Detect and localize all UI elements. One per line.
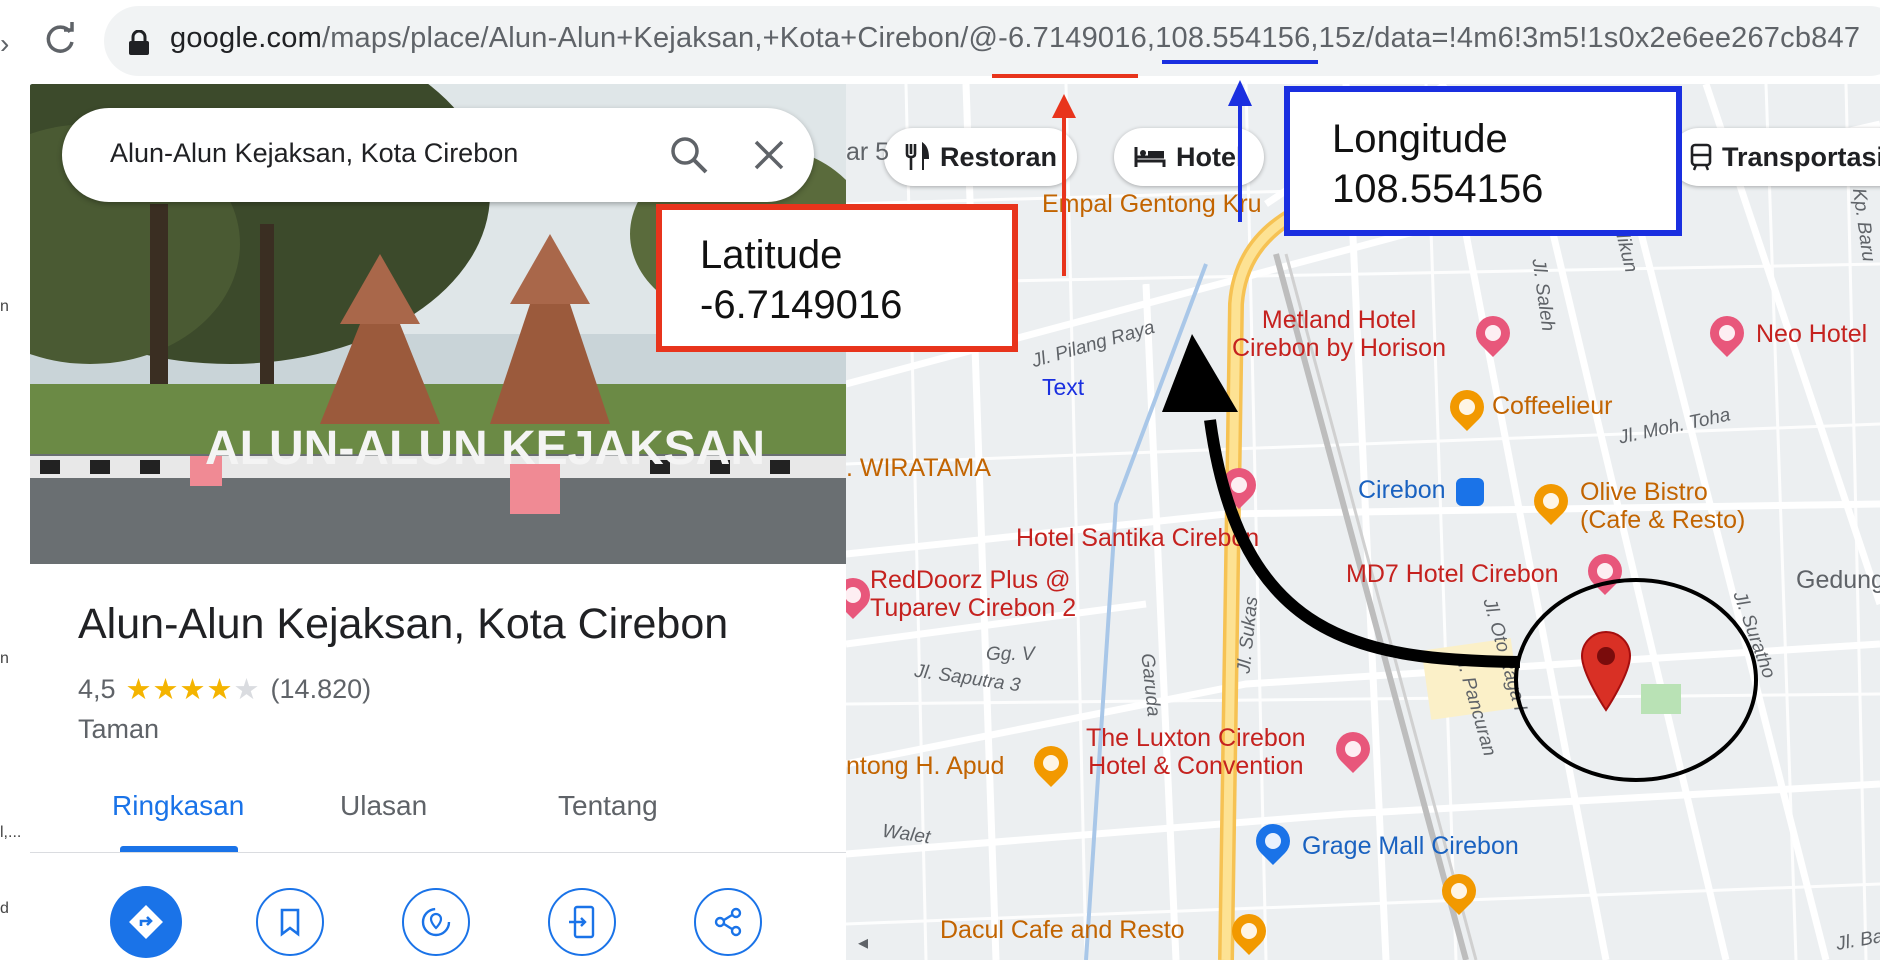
longitude-url-underline: [1162, 60, 1318, 64]
chip-label: Restoran: [940, 141, 1058, 172]
rating-row: 4,5 ★★★★★ (14.820): [78, 672, 371, 707]
nearby-icon: [421, 907, 451, 937]
url-latitude: -6.7149016: [998, 22, 1147, 54]
annotation-text-label: Text: [1042, 374, 1085, 400]
share-button[interactable]: [694, 888, 762, 956]
share-icon: [714, 907, 742, 937]
latitude-callout-text: Latitude -6.7149016: [700, 230, 902, 330]
hotel-icon: [1134, 147, 1166, 167]
poi-metland-hotel[interactable]: Metland Hotel Cirebon by Horison: [1232, 306, 1446, 362]
place-title: Alun-Alun Kejaksan, Kota Cirebon: [78, 600, 729, 648]
nearby-button[interactable]: [402, 888, 470, 956]
poi-reddoorz[interactable]: RedDoorz Plus @ Tuparev Cirebon 2: [870, 566, 1076, 622]
save-button[interactable]: [256, 888, 324, 956]
poi-dacul-cafe[interactable]: Dacul Cafe and Resto: [940, 916, 1185, 945]
selected-place-pin-icon[interactable]: [1578, 628, 1634, 712]
poi-luxton[interactable]: The Luxton Cirebon Hotel & Convention: [1086, 724, 1306, 780]
longitude-title: Longitude: [1332, 117, 1508, 161]
transit-icon: [1690, 143, 1712, 171]
chip-label: Hotel: [1176, 141, 1244, 172]
search-box[interactable]: Alun-Alun Kejaksan, Kota Cirebon: [62, 108, 814, 202]
url-text[interactable]: google.com/maps/place/Alun-Alun+Kejaksan…: [170, 22, 1860, 55]
tab-divider: [30, 852, 846, 853]
longitude-callout-text: Longitude 108.554156: [1332, 114, 1543, 214]
url-path: /maps/place/Alun-Alun+Kejaksan,+Kota+Cir…: [321, 22, 999, 54]
latitude-value: -6.7149016: [700, 283, 903, 327]
directions-button[interactable]: [110, 886, 182, 958]
longitude-value: 108.554156: [1332, 167, 1544, 211]
tab-ulasan[interactable]: Ulasan: [340, 790, 427, 822]
tab-ringkasan[interactable]: Ringkasan: [112, 790, 244, 822]
url-separator: ,: [1146, 22, 1156, 54]
latitude-title: Latitude: [700, 233, 843, 277]
chip-label: Transportasi: [1722, 141, 1880, 172]
poi-hotel-santika[interactable]: Hotel Santika Cirebon: [1016, 524, 1259, 553]
url-host: google.com: [170, 22, 322, 54]
review-count[interactable]: (14.820): [271, 674, 372, 705]
strip-text: n: [0, 298, 9, 315]
strip-text: d: [0, 900, 9, 917]
street-gang: Gg. V: [986, 644, 1035, 665]
search-input[interactable]: Alun-Alun Kejaksan, Kota Cirebon: [110, 138, 518, 169]
poi-wiratama[interactable]: . WIRATAMA: [846, 454, 991, 483]
train-station-icon[interactable]: [1456, 478, 1484, 506]
url-rest: ,15z/data=!4m6!3m5!1s0x2e6ee267cb847: [1310, 22, 1861, 54]
send-to-phone-icon: [569, 905, 595, 939]
search-icon[interactable]: [668, 134, 710, 176]
chip-restoran[interactable]: Restoran: [884, 128, 1078, 186]
collapse-panel-icon[interactable]: ◂: [858, 930, 878, 958]
directions-icon: [129, 905, 163, 939]
poi-cirebon-station[interactable]: Cirebon: [1358, 476, 1446, 505]
photo-sign-text: ALUN-ALUN KEJAKSAN: [205, 422, 765, 475]
tab-tentang[interactable]: Tentang: [558, 790, 658, 822]
poi-apud[interactable]: ntong H. Apud: [846, 752, 1004, 781]
poi-md7-hotel[interactable]: MD7 Hotel Cirebon: [1346, 560, 1559, 589]
lock-icon[interactable]: [128, 30, 150, 56]
latitude-callout: Latitude -6.7149016: [656, 204, 1018, 352]
left-edge-strip: n n l,... d: [0, 84, 31, 960]
bookmark-icon: [280, 908, 300, 937]
address-bar[interactable]: google.com/maps/place/Alun-Alun+Kejaksan…: [104, 6, 1880, 76]
chip-transportasi[interactable]: Transportasi: [1670, 128, 1880, 186]
send-to-phone-button[interactable]: [548, 888, 616, 956]
poi-coffeelieur[interactable]: Coffeelieur: [1492, 392, 1612, 421]
strip-text: n: [0, 650, 9, 667]
rating-value: 4,5: [78, 674, 116, 704]
browser-toolbar: › google.com/maps/place/Alun-Alun+Kejaks…: [0, 0, 1880, 85]
rating-stars-icon: ★★★★★: [125, 674, 261, 706]
forward-icon[interactable]: ›: [0, 28, 9, 60]
poi-grage-mall[interactable]: Grage Mall Cirebon: [1302, 832, 1519, 861]
poi-empal-gentong[interactable]: Empal Gentong Kru: [1042, 190, 1262, 219]
restaurant-icon: [905, 142, 930, 170]
map-label-gedung: Gedung: [1796, 566, 1880, 594]
close-icon[interactable]: [750, 136, 788, 174]
reload-icon[interactable]: [40, 20, 80, 60]
latitude-url-underline: [992, 74, 1138, 78]
poi-neo-hotel[interactable]: Neo Hotel: [1756, 320, 1867, 349]
url-longitude: 108.554156: [1155, 22, 1311, 54]
chip-hotel[interactable]: Hotel: [1114, 128, 1264, 186]
strip-text: l,...: [0, 824, 22, 841]
poi-olive-bistro[interactable]: Olive Bistro (Cafe & Resto): [1580, 478, 1745, 534]
place-category[interactable]: Taman: [78, 714, 159, 745]
partial-map-label: ar 5: [846, 138, 890, 166]
longitude-callout: Longitude 108.554156: [1284, 86, 1682, 236]
